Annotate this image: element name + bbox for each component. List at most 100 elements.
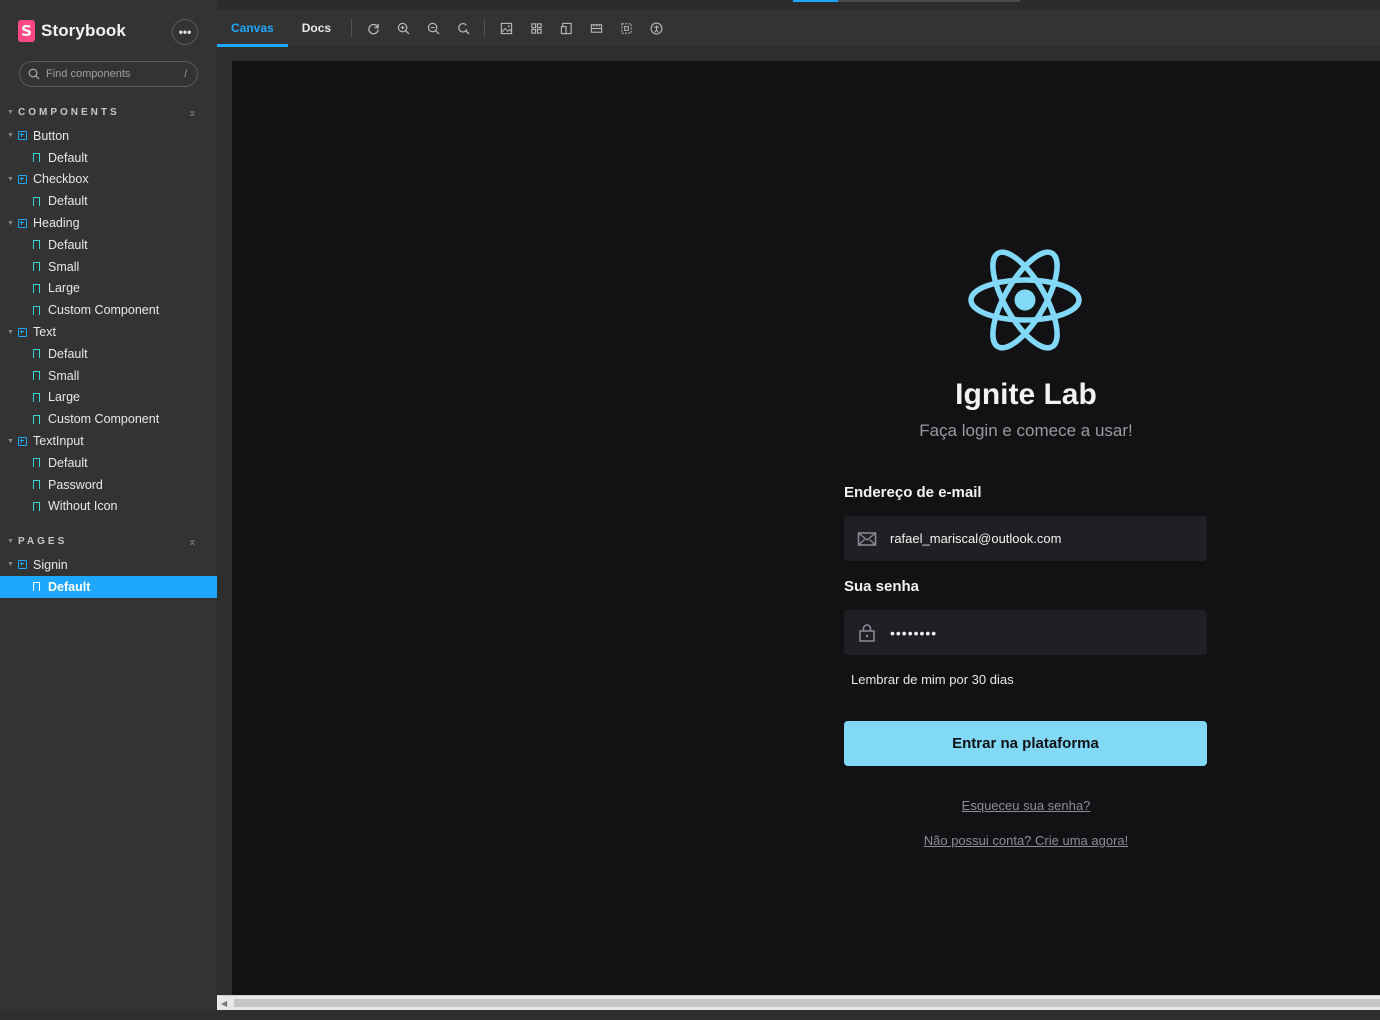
storybook-logo-icon: S xyxy=(18,20,35,42)
tree-story-text-small[interactable]: Small xyxy=(0,365,217,387)
email-label: Endereço de e-mail xyxy=(844,484,982,501)
component-icon xyxy=(18,327,27,337)
email-input[interactable] xyxy=(890,531,1207,546)
scroll-left-icon[interactable]: ◀ xyxy=(221,999,227,1008)
remember-me-label[interactable]: Lembrar de mim por 30 dias xyxy=(851,672,1014,687)
collapse-all-icon[interactable]: ⌅ xyxy=(188,535,197,548)
zoom-out-icon[interactable] xyxy=(418,10,448,47)
outline-icon[interactable] xyxy=(611,10,641,47)
toolbar-divider xyxy=(351,19,353,37)
tree-story-heading-small[interactable]: Small xyxy=(0,256,217,278)
sidebar: S Storybook ••• / ▼ COMPONENTS ⌅ ▼ Button… xyxy=(0,0,217,1020)
pages-section-title: PAGES xyxy=(18,535,68,547)
zoom-in-icon[interactable] xyxy=(388,10,418,47)
search-box[interactable]: / xyxy=(19,61,198,87)
tree-story-label: Default xyxy=(48,194,88,209)
toolbar-divider xyxy=(484,19,486,37)
top-accent xyxy=(793,0,838,2)
grid-icon[interactable] xyxy=(521,10,551,47)
tree-group-heading[interactable]: ▼ Heading xyxy=(0,212,217,234)
bookmark-icon xyxy=(33,305,40,318)
tree-story-button-default[interactable]: Default xyxy=(0,147,217,169)
pages-tree: ▼ Signin Default xyxy=(0,554,217,598)
email-field[interactable] xyxy=(844,516,1207,561)
envelope-icon xyxy=(857,531,877,546)
component-icon xyxy=(18,131,27,141)
accessibility-icon[interactable] xyxy=(641,10,671,47)
tree-story-heading-large[interactable]: Large xyxy=(0,278,217,300)
tree-story-label: Default xyxy=(48,346,88,361)
zoom-reset-icon[interactable] xyxy=(448,10,478,47)
viewport-icon[interactable] xyxy=(551,10,581,47)
tree-story-text-custom-component[interactable]: Custom Component xyxy=(0,408,217,430)
tree-group-button[interactable]: ▼ Button xyxy=(0,125,217,147)
tree-story-heading-custom-component[interactable]: Custom Component xyxy=(0,299,217,321)
password-field[interactable] xyxy=(844,610,1207,655)
signup-link[interactable]: Não possui conta? Crie uma agora! xyxy=(826,833,1226,848)
search-input[interactable] xyxy=(46,68,185,80)
bookmark-icon xyxy=(33,582,40,595)
measure-icon[interactable] xyxy=(581,10,611,47)
tree-group-label: Heading xyxy=(33,216,80,231)
tree-story-label: Default xyxy=(48,455,88,470)
chevron-down-icon: ▼ xyxy=(7,437,14,445)
tree-story-label: Password xyxy=(48,477,103,492)
bookmark-icon xyxy=(33,240,40,253)
component-icon xyxy=(18,560,27,570)
bookmark-icon xyxy=(33,458,40,471)
tree-story-text-large[interactable]: Large xyxy=(0,387,217,409)
bookmark-icon xyxy=(33,349,40,362)
bookmark-icon xyxy=(33,392,40,405)
tree-story-label: Without Icon xyxy=(48,499,118,514)
lock-icon xyxy=(859,623,875,642)
bookmark-icon xyxy=(33,501,40,514)
chevron-down-icon: ▼ xyxy=(7,219,14,227)
top-strip xyxy=(217,0,1380,10)
tree-story-label: Large xyxy=(48,390,80,405)
bookmark-icon xyxy=(33,283,40,296)
scrollbar-thumb[interactable] xyxy=(234,999,1380,1007)
tree-group-text[interactable]: ▼ Text xyxy=(0,321,217,343)
components-section-header[interactable]: ▼ COMPONENTS ⌅ xyxy=(7,104,197,120)
tab-canvas[interactable]: Canvas xyxy=(217,10,288,47)
submit-button[interactable]: Entrar na plataforma xyxy=(844,721,1207,766)
reload-icon[interactable] xyxy=(358,10,388,47)
react-logo-icon xyxy=(968,249,1082,351)
tree-story-textinput-default[interactable]: Default xyxy=(0,452,217,474)
bookmark-icon xyxy=(33,196,40,209)
collapse-all-icon[interactable]: ⌅ xyxy=(188,106,197,119)
pages-section-header[interactable]: ▼ PAGES ⌅ xyxy=(7,533,197,549)
tree-story-label: Small xyxy=(48,259,80,274)
component-icon xyxy=(18,174,27,184)
tree-group-textinput[interactable]: ▼ TextInput xyxy=(0,430,217,452)
more-options-button[interactable]: ••• xyxy=(172,19,198,45)
tree-story-label: Small xyxy=(48,368,80,383)
bookmark-icon xyxy=(33,262,40,275)
chevron-down-icon: ▼ xyxy=(7,175,14,183)
horizontal-scrollbar[interactable]: ◀ xyxy=(217,995,1380,1010)
chevron-down-icon: ▼ xyxy=(7,328,14,336)
storybook-brand[interactable]: S Storybook xyxy=(18,20,126,42)
login-subtitle: Faça login e comece a usar! xyxy=(919,421,1133,440)
tree-story-checkbox-default[interactable]: Default xyxy=(0,190,217,212)
story-canvas xyxy=(232,61,1380,995)
brand-name: Storybook xyxy=(41,21,126,40)
tab-docs[interactable]: Docs xyxy=(288,10,345,47)
tree-story-text-default[interactable]: Default xyxy=(0,343,217,365)
tree-story-textinput-without-icon[interactable]: Without Icon xyxy=(0,496,217,518)
password-input[interactable] xyxy=(890,624,1207,641)
tree-story-label: Custom Component xyxy=(48,412,160,427)
tree-story-textinput-password[interactable]: Password xyxy=(0,474,217,496)
forgot-password-link[interactable]: Esqueceu sua senha? xyxy=(826,798,1226,813)
tree-story-label: Default xyxy=(48,237,88,252)
tree-group-checkbox[interactable]: ▼ Checkbox xyxy=(0,169,217,191)
top-strip-bar xyxy=(838,0,1020,2)
component-icon xyxy=(18,436,27,446)
tree-story-signin-default[interactable]: Default xyxy=(0,575,217,598)
tree-group-label: TextInput xyxy=(33,434,84,449)
login-title: Ignite Lab xyxy=(955,378,1097,411)
component-icon xyxy=(18,218,27,228)
tree-group-signin[interactable]: ▼ Signin xyxy=(0,554,217,576)
tree-story-heading-default[interactable]: Default xyxy=(0,234,217,256)
background-icon[interactable] xyxy=(491,10,521,47)
